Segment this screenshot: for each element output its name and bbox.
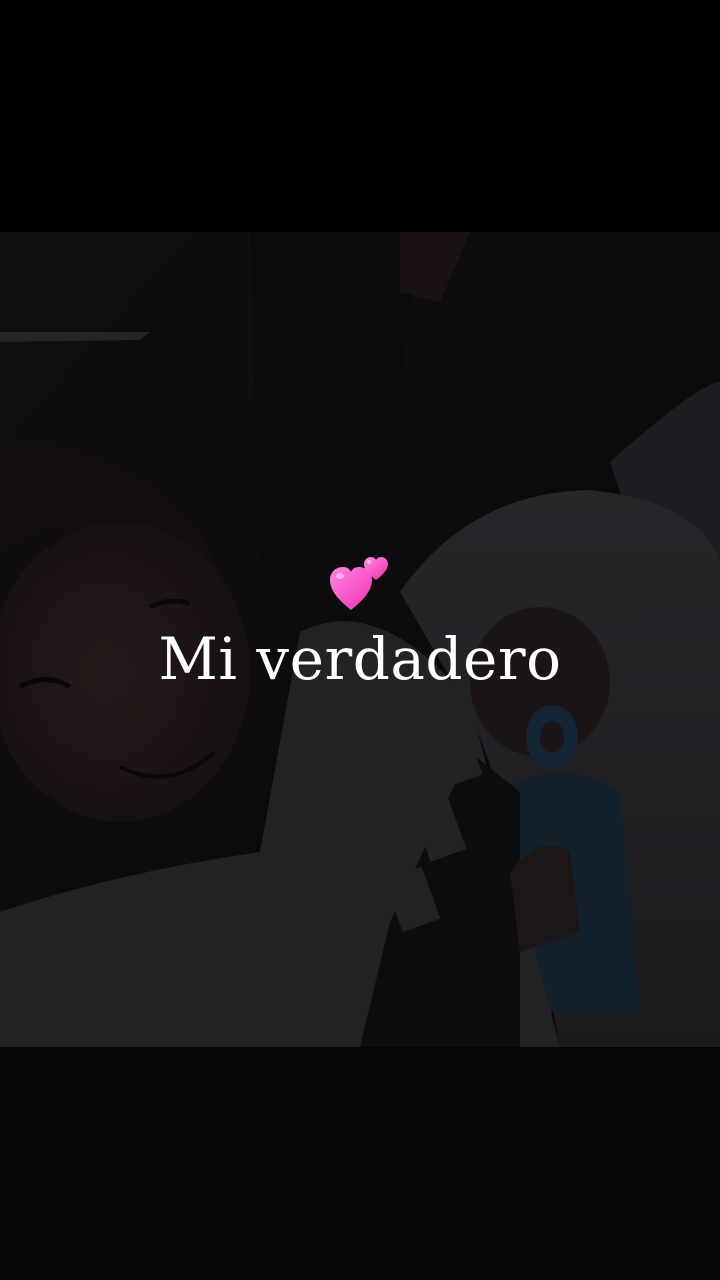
story-caption-text[interactable]: Mi verdadero <box>0 624 720 694</box>
letterbox-bottom <box>0 1047 720 1280</box>
two-hearts-icon[interactable] <box>330 556 392 612</box>
letterbox-top <box>0 0 720 232</box>
story-screen[interactable]: Mi verdadero <box>0 0 720 1280</box>
